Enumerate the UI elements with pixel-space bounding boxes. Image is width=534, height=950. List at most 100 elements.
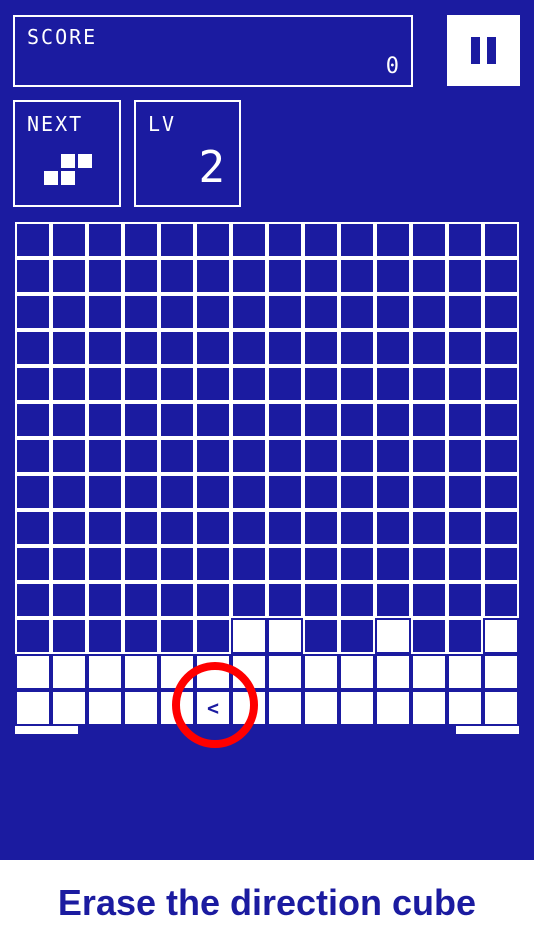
- board-cell: [339, 402, 375, 438]
- board-cell: [123, 402, 159, 438]
- board-cell: [123, 582, 159, 618]
- board-cell: [231, 402, 267, 438]
- board-cell: [15, 366, 51, 402]
- board-cell: [447, 258, 483, 294]
- board-cell: [51, 258, 87, 294]
- board-cell: [267, 330, 303, 366]
- board-cell: [51, 366, 87, 402]
- board-cell: [231, 474, 267, 510]
- board-cell: [267, 258, 303, 294]
- board-cell: [87, 294, 123, 330]
- board-cell: [339, 222, 375, 258]
- board-cell: [195, 546, 231, 582]
- board-cell: [51, 438, 87, 474]
- board-cell: [159, 510, 195, 546]
- board-cell: [483, 402, 519, 438]
- board-ledge-right: [456, 726, 519, 734]
- game-board[interactable]: <: [15, 222, 519, 726]
- board-cell: [483, 222, 519, 258]
- board-cell: [267, 402, 303, 438]
- board-cell: [339, 582, 375, 618]
- board-cell: [159, 330, 195, 366]
- board-cell: [411, 474, 447, 510]
- board-cell: [267, 294, 303, 330]
- board-cell: [123, 510, 159, 546]
- block: [411, 690, 447, 726]
- board-cell: [87, 402, 123, 438]
- board-cell: [267, 366, 303, 402]
- board-cell: [447, 294, 483, 330]
- board-ledge-left: [15, 726, 78, 734]
- highlight-ring: [172, 662, 258, 748]
- board-cell: [303, 618, 339, 654]
- board-cell: [483, 366, 519, 402]
- block: [15, 690, 51, 726]
- board-cell: [339, 258, 375, 294]
- board-cell: [303, 474, 339, 510]
- board-cell: [87, 330, 123, 366]
- board-cell: [195, 618, 231, 654]
- board-cell: [159, 258, 195, 294]
- board-cell: [303, 222, 339, 258]
- board-cell: [375, 294, 411, 330]
- next-piece-block: [44, 171, 58, 185]
- board-cell: [447, 618, 483, 654]
- board-cell: [411, 402, 447, 438]
- board-cell: [123, 474, 159, 510]
- next-piece-block: [78, 154, 92, 168]
- board-cell: [303, 402, 339, 438]
- board-cell: [339, 510, 375, 546]
- board-cell: [375, 546, 411, 582]
- board-cell: [339, 294, 375, 330]
- level-panel: LV 2: [134, 100, 241, 207]
- board-cell: [123, 330, 159, 366]
- board-cell: [267, 474, 303, 510]
- block: [231, 618, 267, 654]
- board-cell: [15, 222, 51, 258]
- board-cell: [123, 366, 159, 402]
- board-cell: [303, 582, 339, 618]
- board-cell: [339, 618, 375, 654]
- board-cell: [267, 510, 303, 546]
- board-cell: [411, 618, 447, 654]
- board-cell: [303, 546, 339, 582]
- board-cell: [375, 330, 411, 366]
- pause-button[interactable]: [447, 15, 520, 86]
- block: [267, 654, 303, 690]
- board-cell: [483, 546, 519, 582]
- board-cell: [375, 510, 411, 546]
- board-cell: [447, 402, 483, 438]
- board-cell: [51, 618, 87, 654]
- board-cell: [447, 474, 483, 510]
- board-cell: [411, 294, 447, 330]
- board-cell: [267, 546, 303, 582]
- board-cell: [375, 438, 411, 474]
- block: [15, 654, 51, 690]
- board-cell: [195, 510, 231, 546]
- board-cell: [339, 438, 375, 474]
- board-cell: [15, 474, 51, 510]
- board-cell: [339, 474, 375, 510]
- board-cell: [339, 366, 375, 402]
- board-cell: [123, 294, 159, 330]
- caption-bar: Erase the direction cube: [0, 860, 534, 950]
- board-cell: [411, 330, 447, 366]
- board-cell: [15, 510, 51, 546]
- board-cell: [411, 438, 447, 474]
- board-cell: [15, 438, 51, 474]
- board-cell: [195, 330, 231, 366]
- board-cell: [267, 222, 303, 258]
- board-cell: [87, 546, 123, 582]
- score-value: 0: [385, 54, 401, 79]
- board-cell: [483, 438, 519, 474]
- block: [411, 654, 447, 690]
- board-cell: [51, 402, 87, 438]
- board-cell: [411, 582, 447, 618]
- board-cell: [159, 438, 195, 474]
- block: [123, 654, 159, 690]
- board-cell: [303, 294, 339, 330]
- board-cell: [123, 258, 159, 294]
- pause-icon: [471, 37, 480, 64]
- board-cell: [195, 402, 231, 438]
- board-cell: [123, 222, 159, 258]
